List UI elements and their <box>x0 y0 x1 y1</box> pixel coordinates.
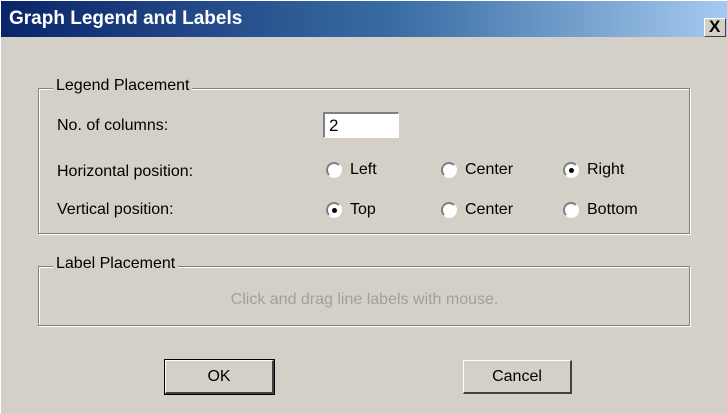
dialog-title: Graph Legend and Labels <box>9 8 243 29</box>
cancel-button-label: Cancel <box>492 368 542 385</box>
radio-label: Top <box>350 201 376 218</box>
radio-label: Center <box>465 201 514 218</box>
legend-placement-title: Legend Placement <box>53 77 193 95</box>
radio-selected-dot <box>569 168 574 173</box>
radio-circle <box>441 162 457 178</box>
radio-circle <box>326 162 342 178</box>
ok-button-label: OK <box>207 368 231 385</box>
radio-circle <box>326 202 342 218</box>
radio-circle <box>563 202 579 218</box>
radio-circle <box>563 162 579 178</box>
radio-selected-dot <box>332 208 337 213</box>
label-placement-title: Label Placement <box>53 255 179 273</box>
radio-circle <box>441 202 457 218</box>
radio-label: Center <box>465 161 514 178</box>
columns-label: No. of columns: <box>57 117 169 134</box>
radio-label: Right <box>587 161 625 178</box>
radio-label: Left <box>350 161 377 178</box>
close-button[interactable]: X <box>704 17 726 37</box>
title-bar[interactable]: Graph Legend and Labels X <box>1 1 727 37</box>
columns-input[interactable]: 2 <box>323 112 399 138</box>
radio-label: Bottom <box>587 201 638 218</box>
horizontal-position-label: Horizontal position: <box>57 163 194 180</box>
cancel-button[interactable]: Cancel <box>463 360 572 394</box>
ok-button[interactable]: OK <box>164 359 275 395</box>
dialog-window: Graph Legend and Labels X Legend Placeme… <box>0 0 727 414</box>
close-icon: X <box>709 17 721 36</box>
label-placement-hint: Click and drag line labels with mouse. <box>230 291 499 308</box>
vertical-position-label: Vertical position: <box>57 201 174 218</box>
